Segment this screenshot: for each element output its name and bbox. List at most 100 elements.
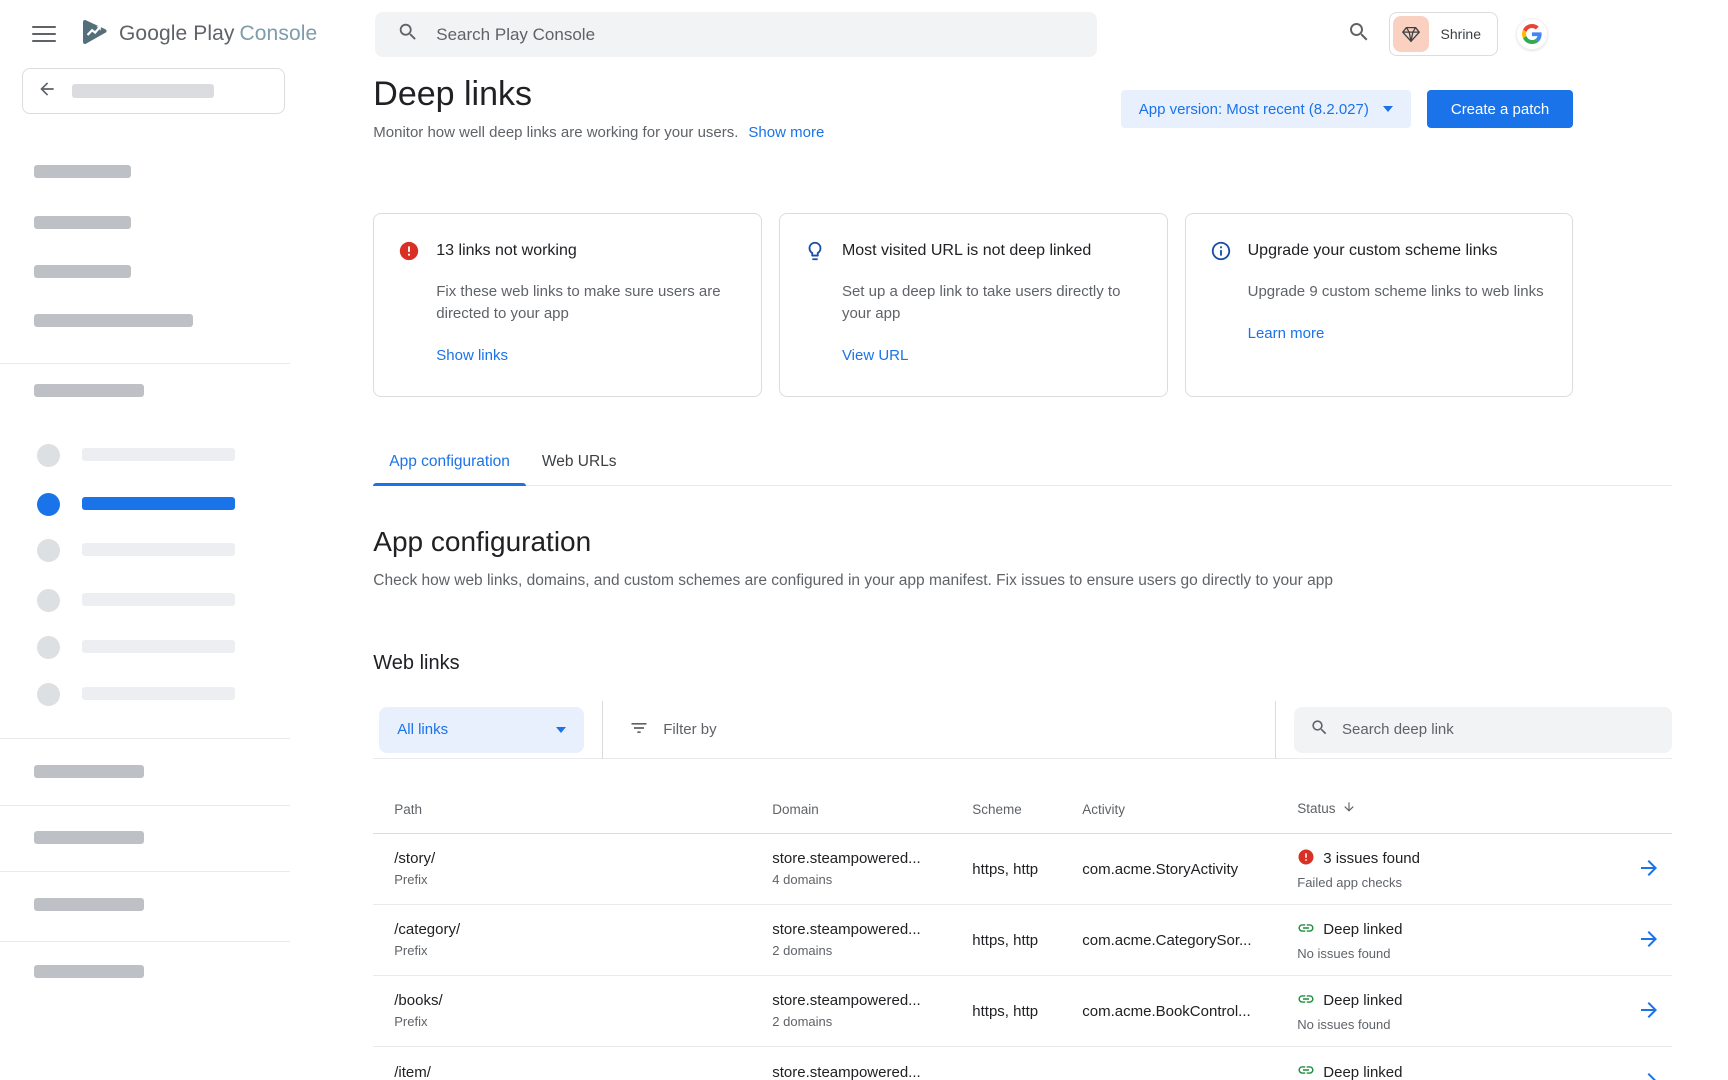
card-upgrade-scheme-links: Upgrade your custom scheme links Upgrade… bbox=[1185, 213, 1574, 397]
back-arrow-icon bbox=[37, 79, 57, 104]
chevron-down-icon bbox=[1383, 106, 1393, 112]
path-type: Prefix bbox=[394, 1014, 772, 1030]
menu-icon[interactable] bbox=[32, 21, 56, 47]
status-value: Deep linked bbox=[1323, 992, 1402, 1009]
table-row[interactable]: /story/Prefix store.steampowered...4 dom… bbox=[373, 834, 1672, 905]
all-links-filter-dropdown[interactable]: All links bbox=[379, 707, 584, 753]
tab-app-configuration[interactable]: App configuration bbox=[373, 453, 526, 485]
current-app-name: Shrine bbox=[1441, 26, 1481, 42]
web-links-toolbar: All links Filter by bbox=[373, 701, 1672, 759]
filter-by-label: Filter by bbox=[663, 721, 716, 738]
table-header-row: Path Domain Scheme Activity Status bbox=[373, 759, 1672, 834]
filter-icon bbox=[629, 718, 649, 742]
section-description: Check how web links, domains, and custom… bbox=[373, 572, 1672, 590]
app-thumbnail bbox=[1393, 16, 1429, 52]
sidebar-item-active[interactable] bbox=[82, 497, 235, 510]
show-more-link[interactable]: Show more bbox=[748, 124, 824, 141]
learn-more-link[interactable]: Learn more bbox=[1248, 325, 1325, 342]
skeleton-bar bbox=[34, 831, 144, 844]
activity-value: com.acme.CategorySor... bbox=[1082, 932, 1297, 949]
console-search-input[interactable] bbox=[436, 25, 1036, 45]
console-search-bar[interactable] bbox=[375, 12, 1097, 57]
domain-value: store.steampowered... bbox=[772, 921, 972, 938]
skeleton-bar bbox=[82, 448, 235, 461]
card-body: Set up a deep link to take users directl… bbox=[842, 281, 1143, 325]
card-body: Fix these web links to make sure users a… bbox=[436, 281, 737, 325]
search-icon[interactable] bbox=[1347, 20, 1371, 49]
deep-link-search-input[interactable] bbox=[1342, 721, 1642, 738]
scheme-value: https, http bbox=[972, 1003, 1082, 1020]
open-row-button[interactable] bbox=[1635, 925, 1663, 956]
column-header-domain[interactable]: Domain bbox=[772, 802, 972, 817]
domain-value: store.steampowered... bbox=[772, 1064, 972, 1080]
app-version-dropdown[interactable]: App version: Most recent (8.2.027) bbox=[1121, 90, 1411, 128]
table-row[interactable]: /item/ store.steampowered... Deep linked bbox=[373, 1047, 1672, 1080]
chevron-down-icon bbox=[556, 727, 566, 733]
show-links-link[interactable]: Show links bbox=[436, 347, 508, 364]
tab-bar: App configuration Web URLs bbox=[373, 453, 1672, 486]
sidebar-header: Google PlayConsole bbox=[0, 0, 317, 68]
play-console-icon bbox=[78, 16, 110, 53]
path-value: /category/ bbox=[394, 921, 772, 938]
app-switcher[interactable]: Shrine bbox=[1389, 12, 1498, 56]
error-icon bbox=[398, 240, 420, 267]
skeleton-nav-icon bbox=[37, 444, 60, 467]
card-title: Upgrade your custom scheme links bbox=[1248, 240, 1498, 262]
status-value: Deep linked bbox=[1323, 921, 1402, 938]
skeleton-bar bbox=[34, 314, 193, 327]
open-row-button[interactable] bbox=[1635, 854, 1663, 885]
page-title: Deep links bbox=[373, 74, 824, 114]
path-value: /books/ bbox=[394, 992, 772, 1009]
scheme-value: https, http bbox=[972, 932, 1082, 949]
google-g-icon bbox=[1522, 24, 1542, 44]
skeleton-bar bbox=[34, 898, 144, 911]
sidebar-divider bbox=[0, 871, 290, 872]
column-header-activity[interactable]: Activity bbox=[1082, 802, 1297, 817]
arrow-right-icon bbox=[1637, 856, 1661, 880]
search-icon bbox=[1310, 718, 1329, 742]
info-icon bbox=[1210, 240, 1232, 267]
web-links-heading: Web links bbox=[373, 652, 1672, 675]
toolbar-divider bbox=[1275, 701, 1276, 759]
card-links-not-working: 13 links not working Fix these web links… bbox=[373, 213, 762, 397]
domain-value: store.steampowered... bbox=[772, 992, 972, 1009]
table-row[interactable]: /category/Prefix store.steampowered...2 … bbox=[373, 905, 1672, 976]
sidebar-divider bbox=[0, 805, 290, 806]
status-value: Deep linked bbox=[1323, 1064, 1402, 1080]
open-row-button[interactable] bbox=[1635, 1067, 1663, 1080]
back-button[interactable] bbox=[22, 68, 285, 114]
sidebar-divider bbox=[0, 941, 290, 942]
column-header-status[interactable]: Status bbox=[1297, 800, 1626, 817]
search-icon bbox=[397, 21, 419, 48]
link-icon bbox=[1297, 919, 1315, 941]
google-account-avatar[interactable] bbox=[1516, 18, 1548, 50]
view-url-link[interactable]: View URL bbox=[842, 347, 908, 364]
create-patch-button[interactable]: Create a patch bbox=[1427, 90, 1573, 128]
tab-web-urls[interactable]: Web URLs bbox=[526, 453, 633, 485]
path-type: Prefix bbox=[394, 872, 772, 888]
deep-link-search[interactable] bbox=[1294, 707, 1672, 753]
card-body: Upgrade 9 custom scheme links to web lin… bbox=[1248, 281, 1549, 303]
skeleton-bar bbox=[34, 165, 131, 178]
all-links-label: All links bbox=[397, 721, 448, 738]
path-value: /item/ bbox=[394, 1064, 772, 1080]
filter-by-button[interactable]: Filter by bbox=[629, 718, 1257, 742]
path-value: /story/ bbox=[394, 850, 772, 867]
skeleton-bar bbox=[82, 687, 235, 700]
sort-descending-icon bbox=[1342, 800, 1356, 817]
open-row-button[interactable] bbox=[1635, 996, 1663, 1027]
table-row[interactable]: /books/Prefix store.steampowered...2 dom… bbox=[373, 976, 1672, 1047]
app-version-label: App version: Most recent (8.2.027) bbox=[1139, 101, 1369, 118]
column-header-scheme[interactable]: Scheme bbox=[972, 802, 1082, 817]
skeleton-nav-icon bbox=[37, 636, 60, 659]
column-header-path[interactable]: Path bbox=[373, 802, 772, 817]
skeleton-bar bbox=[34, 965, 144, 978]
google-play-console-logo[interactable]: Google PlayConsole bbox=[78, 16, 317, 53]
diamond-icon bbox=[1400, 23, 1422, 45]
lightbulb-icon bbox=[804, 240, 826, 267]
domain-count: 4 domains bbox=[772, 872, 972, 888]
card-most-visited-url: Most visited URL is not deep linked Set … bbox=[779, 213, 1168, 397]
subtitle-text: Monitor how well deep links are working … bbox=[373, 124, 738, 141]
sidebar-divider bbox=[0, 738, 290, 739]
status-header-label: Status bbox=[1297, 801, 1335, 816]
